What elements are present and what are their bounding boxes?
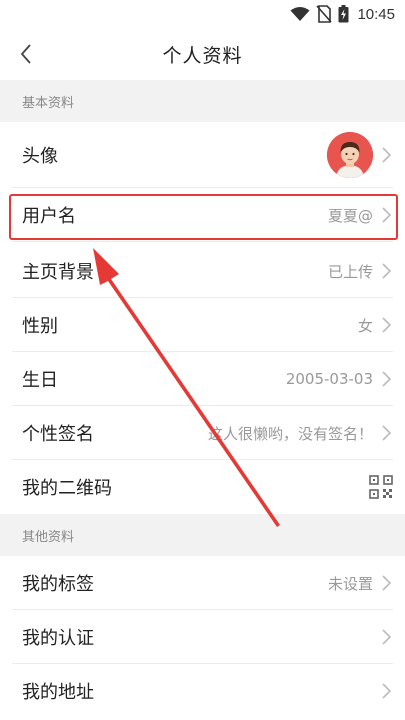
chevron-right-icon (382, 425, 392, 441)
chevron-left-icon (20, 44, 31, 64)
chevron-right-icon (382, 629, 392, 645)
row-signature[interactable]: 个性签名 这人很懒哟，没有签名！ (0, 406, 405, 460)
section-header-basic: 基本资料 (0, 80, 405, 122)
chevron-right-icon (382, 147, 392, 163)
row-label: 生日 (22, 370, 58, 391)
qr-code-icon (369, 475, 393, 499)
nav-bar: 个人资料 (0, 28, 405, 80)
status-bar: 10:45 (0, 0, 405, 28)
battery-charging-icon (338, 5, 349, 23)
section-title: 其他资料 (22, 529, 75, 545)
row-avatar[interactable]: 头像 (0, 122, 405, 188)
cover-value: 已上传 (327, 262, 373, 281)
chevron-right-icon (382, 575, 392, 591)
no-sim-icon (316, 5, 333, 23)
section-header-other: 其他资料 (0, 514, 405, 556)
row-label: 头像 (22, 146, 58, 167)
row-label: 我的二维码 (22, 478, 112, 499)
chevron-right-icon (382, 207, 392, 223)
avatar (327, 132, 373, 178)
chevron-right-icon (382, 371, 392, 387)
row-label: 我的认证 (22, 628, 94, 649)
chevron-right-icon (382, 683, 392, 699)
tags-value: 未设置 (327, 574, 373, 593)
row-username[interactable]: 用户名 夏夏@ (0, 188, 405, 242)
username-value: 夏夏@ (327, 206, 373, 225)
row-label: 我的标签 (22, 574, 94, 595)
birthday-value: 2005-03-03 (285, 370, 373, 388)
row-label: 我的地址 (22, 682, 94, 703)
row-label: 主页背景 (22, 262, 94, 283)
row-label: 性别 (22, 316, 58, 337)
wifi-icon (290, 7, 310, 21)
row-gender[interactable]: 性别 女 (0, 298, 405, 352)
row-label: 个性签名 (22, 424, 94, 445)
chevron-right-icon (382, 317, 392, 333)
section-title: 基本资料 (22, 95, 75, 111)
back-button[interactable] (8, 36, 44, 72)
row-tags[interactable]: 我的标签 未设置 (0, 556, 405, 610)
row-cover[interactable]: 主页背景 已上传 (0, 244, 405, 298)
row-label: 用户名 (22, 206, 76, 227)
signature-value: 这人很懒哟，没有签名！ (207, 424, 373, 443)
row-birthday[interactable]: 生日 2005-03-03 (0, 352, 405, 406)
row-address[interactable]: 我的地址 (0, 664, 405, 718)
row-verify[interactable]: 我的认证 (0, 610, 405, 664)
status-time: 10:45 (357, 5, 395, 23)
chevron-right-icon (382, 263, 392, 279)
gender-value: 女 (357, 316, 373, 335)
page-title: 个人资料 (162, 44, 243, 67)
divider (12, 241, 393, 242)
row-qrcode[interactable]: 我的二维码 (0, 460, 405, 514)
